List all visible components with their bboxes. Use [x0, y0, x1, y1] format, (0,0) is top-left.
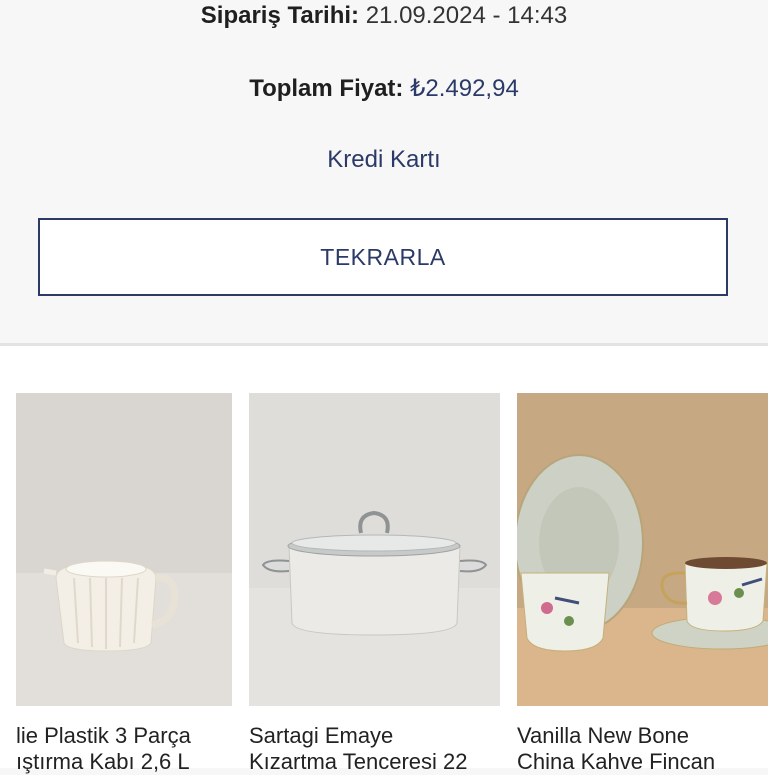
- product-title-line: lie Plastik 3 Parça: [16, 723, 191, 748]
- product-title[interactable]: Vanilla New Bone China Kahve Fincan: [517, 723, 768, 775]
- payment-method: Kredi Kartı: [327, 146, 441, 173]
- product-title[interactable]: Sartagi Emaye Kızartma Tenceresi 22: [249, 723, 500, 775]
- total-price-value: ₺2.492,94: [410, 75, 519, 102]
- product-title-line: China Kahve Fincan: [517, 749, 716, 774]
- order-date-value: 21.09.2024 - 14:43: [365, 2, 568, 29]
- repeat-order-button[interactable]: TEKRARLA: [38, 218, 728, 296]
- total-price-label: Toplam Fiyat:: [249, 75, 404, 102]
- product-title-line: Vanilla New Bone: [517, 723, 690, 748]
- product-title-line: Kızartma Tenceresi 22: [249, 749, 468, 774]
- order-date-label: Sipariş Tarihi:: [200, 2, 360, 29]
- product-carousel[interactable]: lie Plastik 3 Parça ıştırma Kabı 2,6 L S…: [0, 346, 768, 774]
- total-price-row: Toplam Fiyat: ₺2.492,94: [0, 74, 768, 103]
- product-image-coffee-cups[interactable]: [517, 393, 768, 706]
- product-title-line: Sartagi Emaye: [249, 723, 394, 748]
- product-image-enamel-pot[interactable]: [249, 393, 500, 706]
- product-title[interactable]: lie Plastik 3 Parça ıştırma Kabı 2,6 L: [16, 723, 232, 775]
- order-summary: Sipariş Tarihi: 21.09.2024 - 14:43 Topla…: [0, 0, 768, 345]
- order-date-row: Sipariş Tarihi: 21.09.2024 - 14:43: [0, 2, 768, 30]
- product-title-line: ıştırma Kabı 2,6 L: [16, 749, 190, 774]
- product-image-mixing-bowl[interactable]: [16, 393, 232, 706]
